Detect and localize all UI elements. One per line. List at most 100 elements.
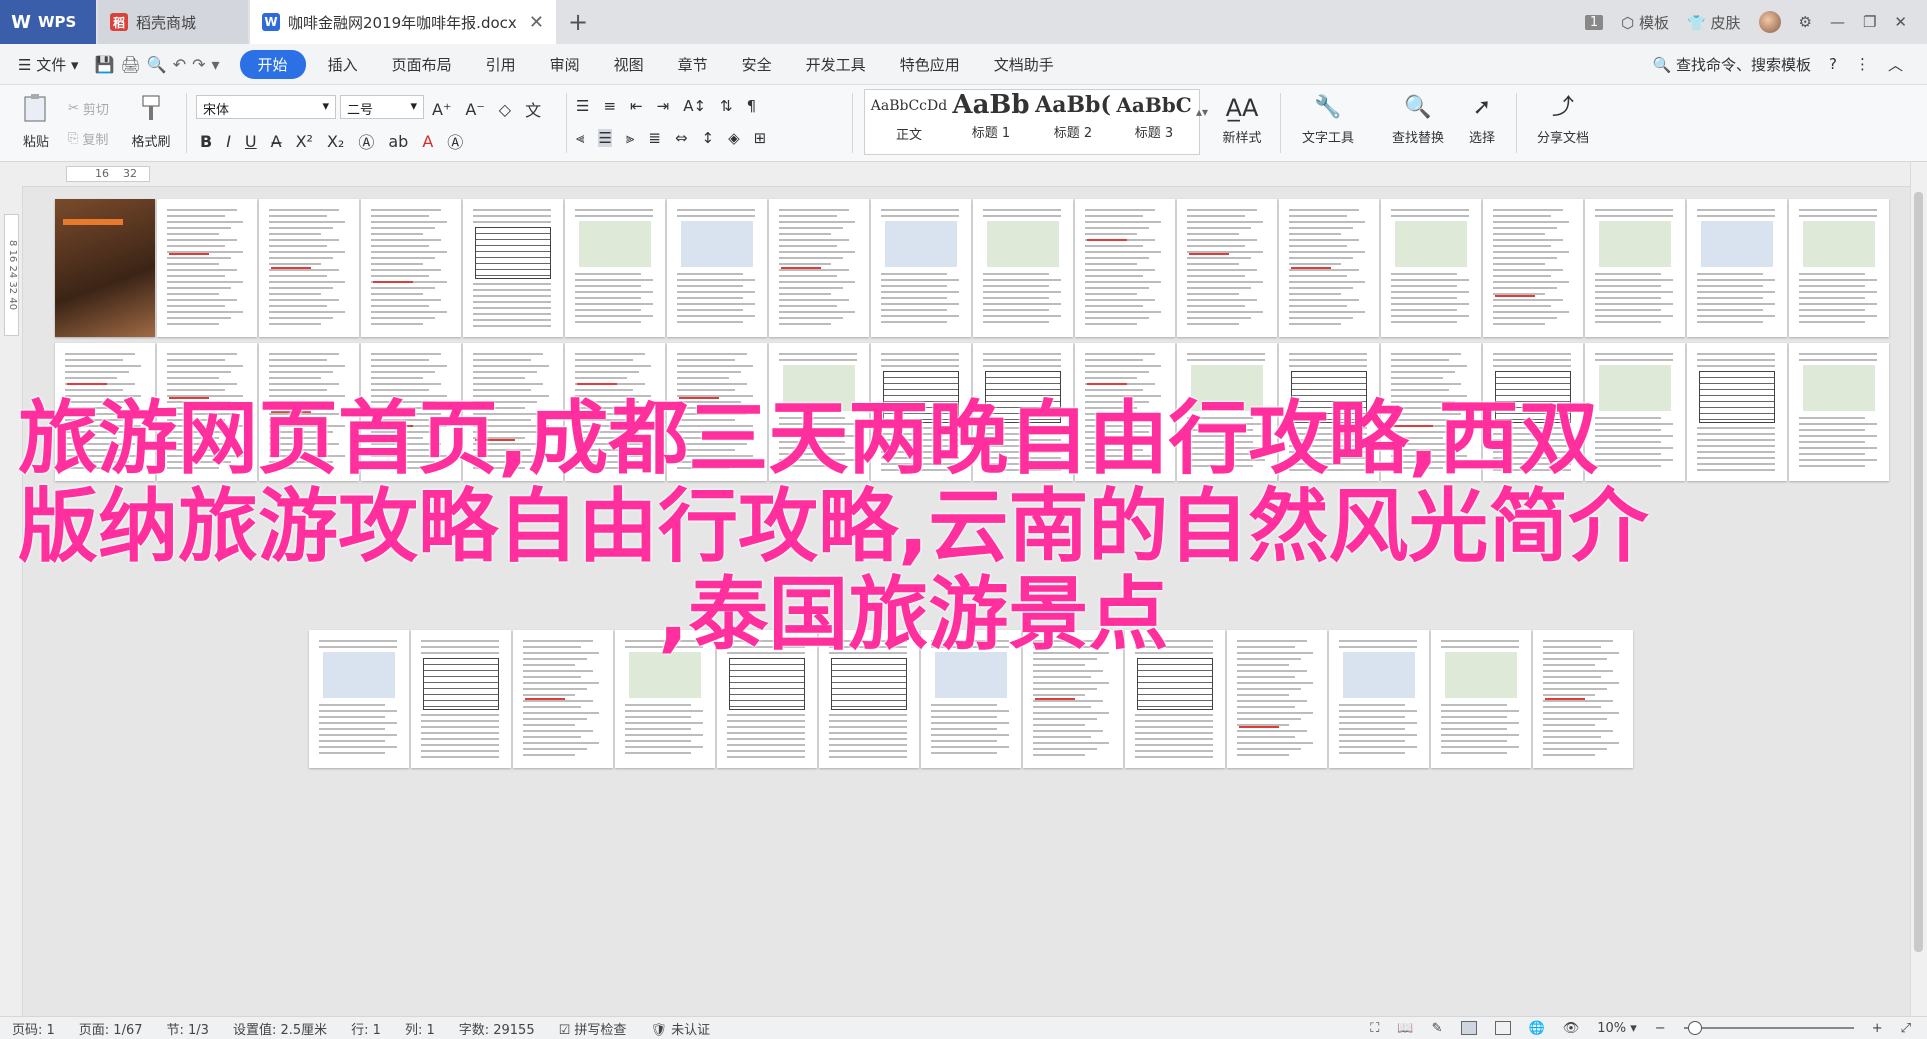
zoom-slider[interactable] [1683,1021,1854,1035]
highlight-icon[interactable]: ab [388,132,408,151]
shading-icon[interactable]: ◈ [728,129,740,147]
show-marks-icon[interactable]: ¶ [747,97,757,115]
scrollbar-thumb[interactable] [1914,192,1923,952]
zoom-level[interactable]: 10% ▾ [1597,1021,1637,1036]
font-color-icon[interactable]: A [422,132,433,151]
distributed-icon[interactable]: ⇔ [675,129,688,147]
collapse-ribbon-icon[interactable]: ︿ [1888,54,1903,75]
page-thumbnail[interactable] [361,199,461,337]
spell-check-button[interactable]: ☑ 拼写检查 [547,1019,639,1038]
eye-protect-icon[interactable]: 👁 [1563,1021,1580,1036]
quick-access-toolbar[interactable]: 💾🖨🔍↶↷▾ [95,55,226,74]
close-tab-icon[interactable]: ✕ [529,12,544,33]
sort-icon[interactable]: ⇅ [720,97,733,115]
copy-button[interactable]: ⎘ 复制 [68,129,108,148]
status-setting-value[interactable]: 设置值: 2.5厘米 [221,1019,339,1038]
zoom-slider-knob[interactable] [1687,1021,1702,1035]
border-icon[interactable]: ⊞ [754,129,767,147]
paste-button[interactable]: 粘贴 [16,93,56,150]
page-thumbnail[interactable] [1585,199,1685,337]
page-thumbnail[interactable] [871,199,971,337]
vertical-scrollbar[interactable] [1910,162,1927,1016]
find-replace-button[interactable]: 🔍 查找替换 [1382,93,1454,146]
menu-tab-4[interactable]: 审阅 [538,50,592,79]
page-thumbnail[interactable] [1177,199,1277,337]
grow-font-icon[interactable]: A⁺ [432,100,451,119]
style-gallery-scroll-icon[interactable]: ▴▾ [1196,105,1208,119]
settings-icon[interactable]: ⚙ [1799,13,1812,31]
restore-icon[interactable]: ❐ [1863,13,1876,31]
fit-page-icon[interactable]: ⤢ [1901,1021,1911,1036]
horizontal-ruler[interactable]: 16 32 [0,162,1910,187]
align-center-icon[interactable]: ☰ [598,129,612,147]
select-button[interactable]: ➚ 选择 [1458,93,1506,146]
page-thumbnail[interactable] [667,199,767,337]
status-page-count[interactable]: 页面: 1/67 [67,1019,155,1038]
page-thumbnail[interactable] [769,199,869,337]
bullets-icon[interactable]: ☰ [576,97,589,115]
text-effect-icon[interactable]: Ⓐ [358,129,374,153]
char-shading-icon[interactable]: Ⓐ [447,129,463,153]
page-thumbnail[interactable] [259,199,359,337]
page-thumbnail[interactable] [1075,199,1175,337]
align-right-icon[interactable]: ⫸ [626,129,634,147]
menu-tab-2[interactable]: 页面布局 [380,50,464,79]
status-column[interactable]: 列: 1 [393,1019,447,1038]
menu-tab-7[interactable]: 安全 [730,50,784,79]
text-tools-button[interactable]: 🔧 文字工具 [1292,93,1364,146]
new-style-button[interactable]: A̲A 新样式 [1212,93,1272,146]
page-thumbnail[interactable] [1687,199,1787,337]
style-normal[interactable]: AaBbCcDd 正文 [869,90,949,143]
page-view-icon[interactable] [1460,1021,1477,1035]
menu-tab-6[interactable]: 章节 [666,50,720,79]
status-page-number[interactable]: 页码: 1 [0,1019,67,1038]
superscript-icon[interactable]: X² [296,132,313,151]
style-heading-2[interactable]: AaBb( 标题 2 [1033,90,1113,141]
page-thumbnail[interactable] [1789,199,1889,337]
shrink-font-icon[interactable]: A⁻ [465,100,484,119]
close-window-icon[interactable]: ✕ [1894,13,1907,31]
file-menu[interactable]: ☰ 文件 ▾ [18,54,79,75]
edit-mode-icon[interactable]: ✎ [1432,1021,1443,1036]
document-tab[interactable]: W 咖啡金融网2019年咖啡年报.docx ✕ [250,0,556,44]
underline-icon[interactable]: U [245,132,257,151]
skin-button[interactable]: 👕 皮肤 [1687,12,1740,33]
page-thumbnail[interactable] [565,199,665,337]
justify-icon[interactable]: ≣ [648,129,661,147]
wps-home-tab[interactable]: W WPS [0,0,96,44]
page-thumbnail[interactable] [1279,199,1379,337]
page-thumbnail[interactable] [55,199,155,337]
new-tab-button[interactable]: + [568,8,588,36]
menu-tab-0[interactable]: 开始 [239,49,306,79]
cut-button[interactable]: ✂ 剪切 [68,99,109,118]
zoom-in-icon[interactable]: + [1872,1021,1883,1036]
bold-icon[interactable]: B [200,132,212,151]
docer-store-tab[interactable]: 稻 稻壳商城 [98,0,248,44]
page-thumbnail[interactable] [1483,199,1583,337]
page-thumbnail[interactable] [157,199,257,337]
window-count-badge[interactable]: 1 [1584,14,1604,30]
line-spacing-icon[interactable]: ↕ [702,129,715,147]
phonetic-guide-icon[interactable]: 文 [525,97,541,121]
menu-tab-10[interactable]: 文档助手 [982,50,1066,79]
style-heading-3[interactable]: AaBbC 标题 3 [1115,90,1193,141]
outline-view-icon[interactable] [1494,1021,1511,1035]
share-doc-button[interactable]: ⤴ 分享文档 [1528,93,1598,146]
menu-tab-5[interactable]: 视图 [602,50,656,79]
status-row[interactable]: 行: 1 [339,1019,393,1038]
help-icon[interactable]: ? [1829,55,1837,73]
page-thumbnail[interactable] [1381,199,1481,337]
menu-tab-1[interactable]: 插入 [316,50,370,79]
web-view-icon[interactable]: 🌐 [1529,1021,1545,1036]
increase-indent-icon[interactable]: ⇥ [657,97,670,115]
read-mode-icon[interactable]: 📖 [1397,1021,1413,1036]
subscript-icon[interactable]: X₂ [327,132,344,151]
numbering-icon[interactable]: ≡ [603,97,616,115]
format-painter-button[interactable]: 格式刷 [128,93,174,150]
user-avatar[interactable] [1758,11,1781,33]
font-size-select[interactable]: 二号 ▾ [340,95,424,119]
page-thumbnail[interactable] [973,199,1073,337]
template-button[interactable]: ⬡ 模板 [1621,12,1669,33]
status-section[interactable]: 节: 1/3 [155,1019,221,1038]
chinese-layout-icon[interactable]: A↕ [683,97,706,115]
